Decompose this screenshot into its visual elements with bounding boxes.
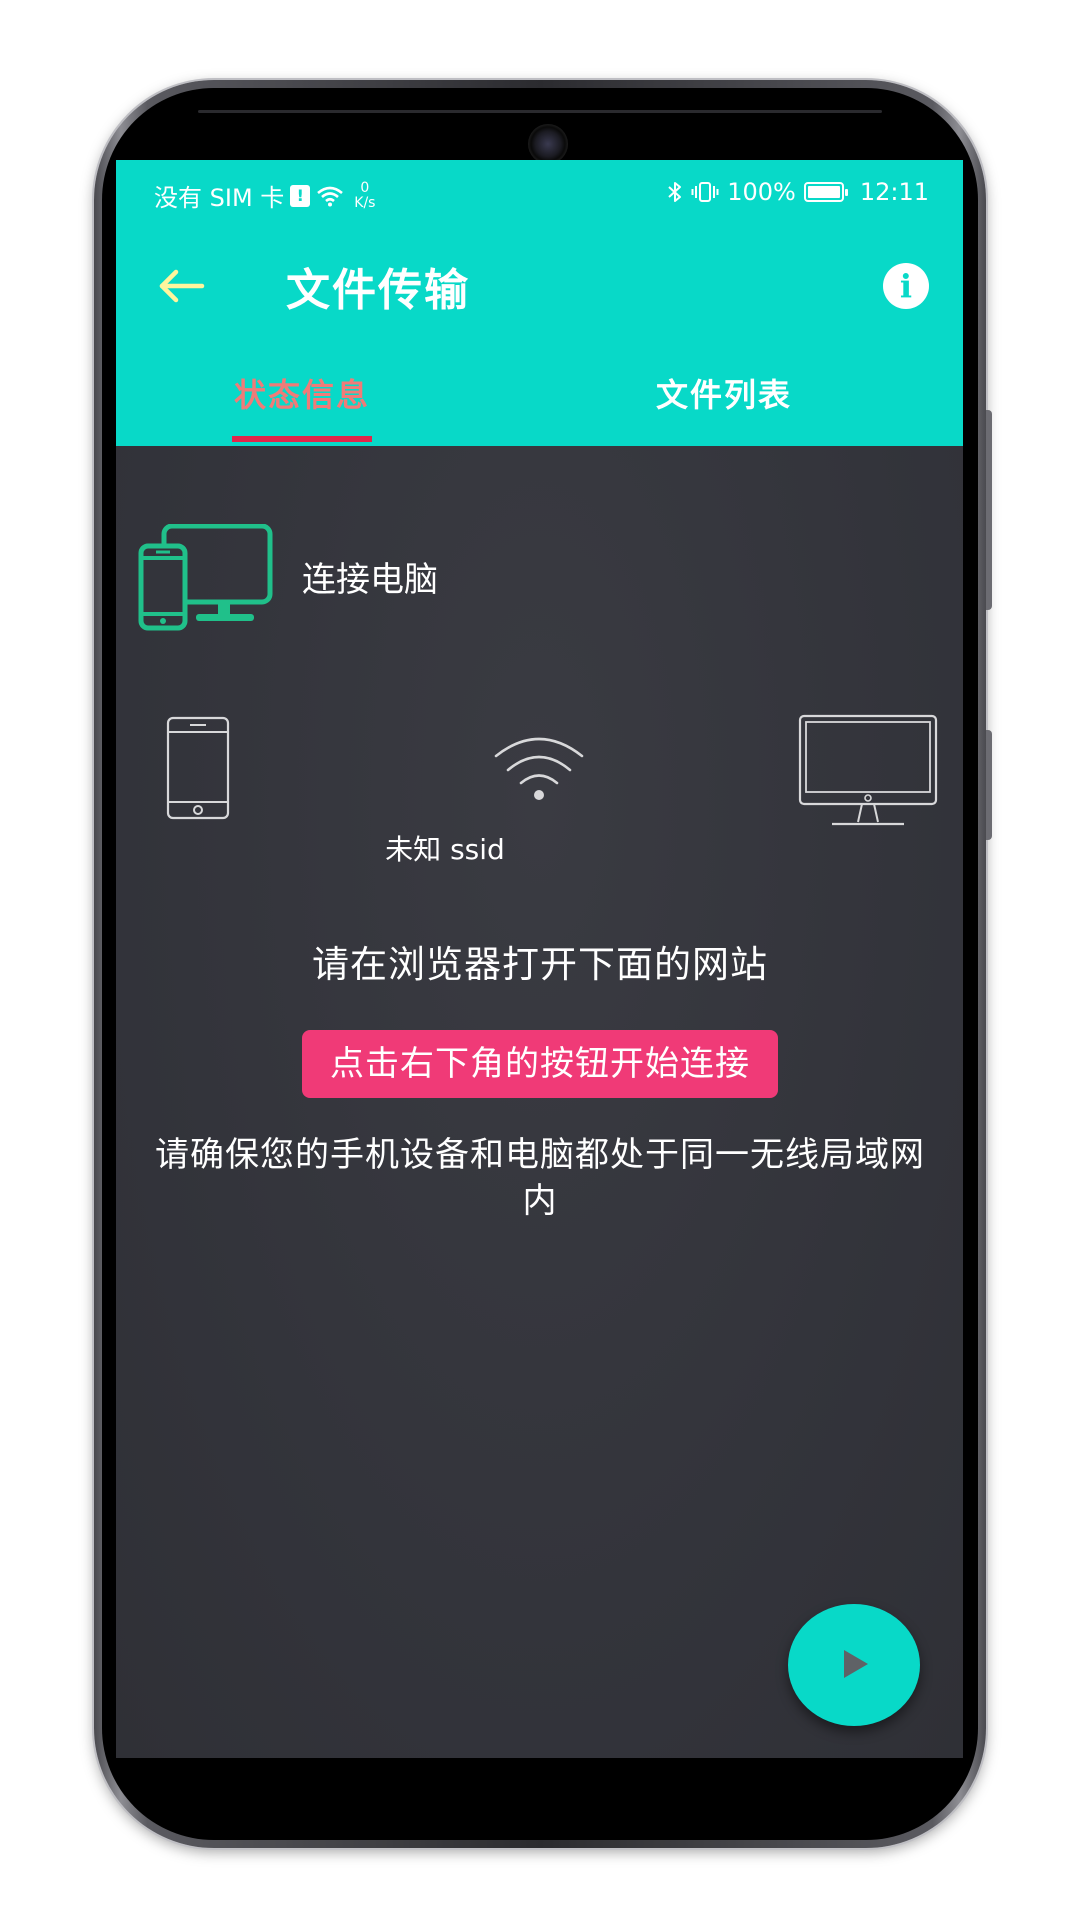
connect-computer-label: 连接电脑: [302, 560, 438, 600]
wifi-icon: [494, 737, 584, 800]
tab-file-list[interactable]: 文件列表: [656, 370, 792, 416]
back-arrow-icon[interactable]: [152, 256, 212, 316]
network-note: 请确保您的手机设备和电脑都处于同一无线局域网内: [155, 1135, 925, 1221]
power-button: [986, 730, 992, 840]
net-speed-value: 0: [360, 179, 370, 196]
vibrate-icon: [691, 182, 719, 202]
front-camera: [528, 124, 568, 164]
computer-phone-icon: [138, 524, 273, 631]
start-tip: 点击右下角的按钮开始连接: [302, 1030, 778, 1098]
screen: 没有 SIM 卡 ! 0 K/s 100% 12:11 文件传输 i 状态信息 …: [116, 160, 963, 1758]
start-connect-button[interactable]: [788, 1604, 920, 1726]
info-icon[interactable]: i: [883, 263, 929, 309]
battery-icon: [803, 182, 848, 202]
page-title: 文件传输: [286, 265, 470, 316]
tab-indicator: [232, 436, 372, 442]
phone-outline-icon: [166, 716, 230, 820]
status-right: 100% 12:11: [667, 178, 929, 206]
net-speed-unit: K/s: [354, 194, 376, 211]
bluetooth-icon: [668, 182, 682, 202]
start-tip-label: 点击右下角的按钮开始连接: [302, 1030, 778, 1098]
wifi-status-icon: [317, 186, 344, 206]
battery-percent: 100%: [727, 178, 796, 206]
net-speed: 0 K/s: [354, 179, 376, 211]
earpiece: [198, 110, 882, 113]
status-bar: 没有 SIM 卡 ! 0 K/s 100% 12:11: [116, 160, 963, 232]
battery-level-fill: [807, 186, 840, 198]
volume-button: [986, 410, 992, 610]
carrier-text: 没有 SIM 卡: [154, 184, 285, 212]
browser-instruction: 请在浏览器打开下面的网站: [312, 943, 768, 986]
app-bar: 没有 SIM 卡 ! 0 K/s 100% 12:11 文件传输 i 状态信息 …: [116, 160, 963, 446]
tab-status-info[interactable]: 状态信息: [234, 370, 370, 416]
play-icon: [844, 1650, 868, 1678]
status-left: 没有 SIM 卡 ! 0 K/s: [154, 178, 375, 213]
monitor-outline-icon: [798, 714, 938, 826]
clock: 12:11: [859, 178, 929, 206]
ssid-label: 未知 ssid: [385, 833, 505, 866]
sim-alert-icon: !: [290, 184, 311, 207]
